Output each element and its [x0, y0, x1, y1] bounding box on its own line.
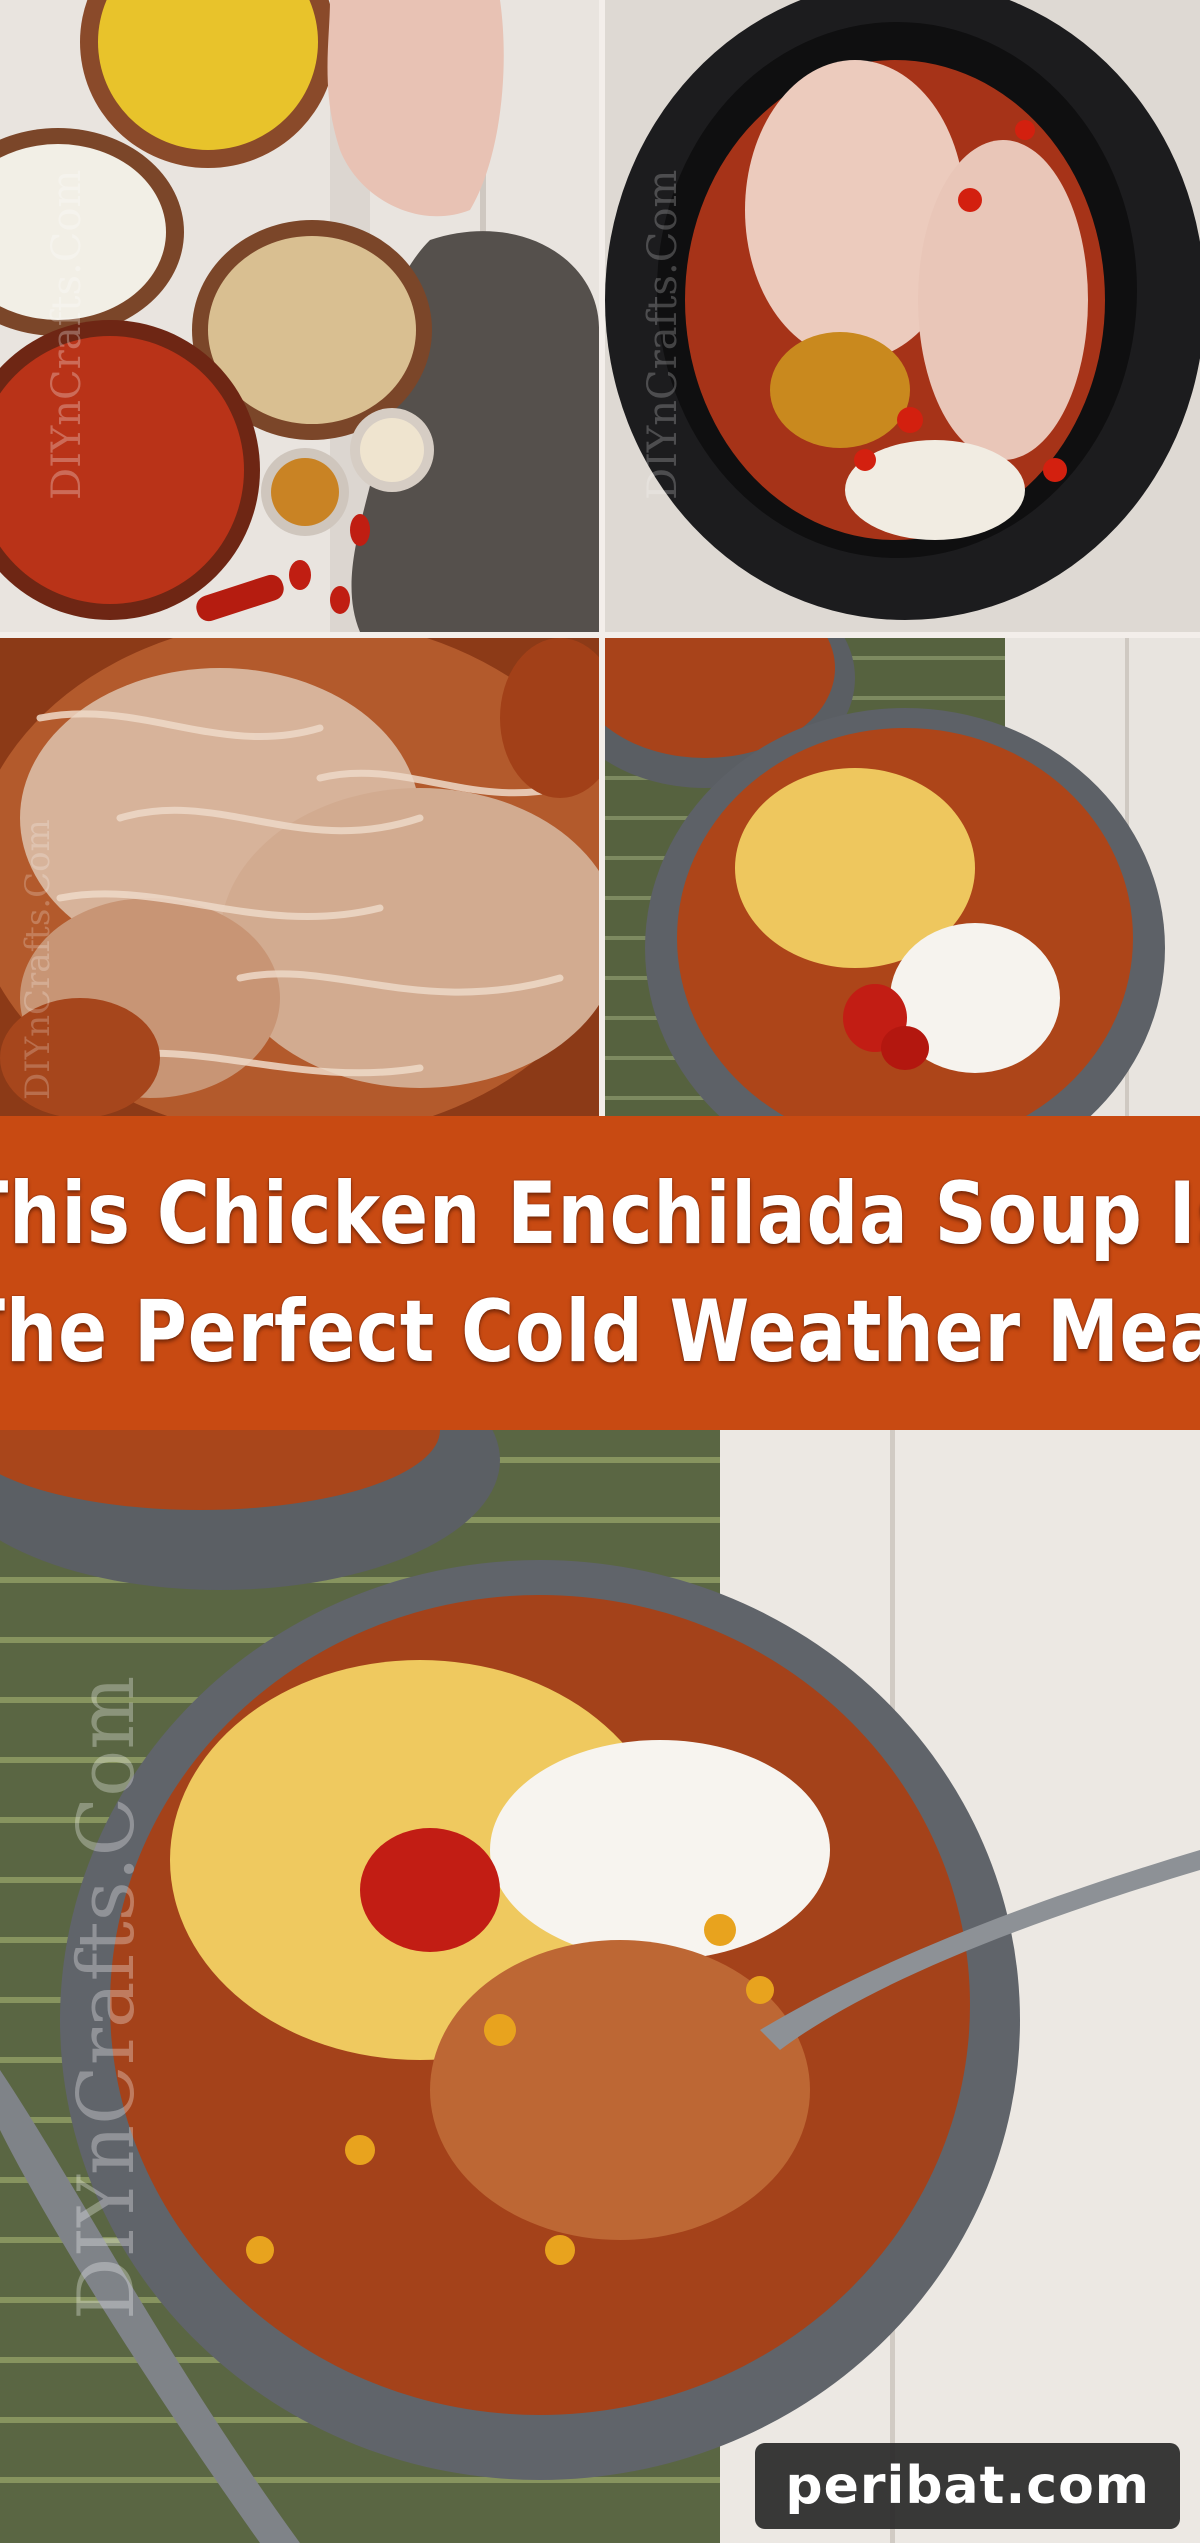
shredded-chicken-photo — [0, 638, 599, 1116]
watermark: DIYnCrafts.Com — [44, 169, 90, 500]
watermark: DIYnCrafts.Com — [18, 819, 58, 1100]
soup-bowl-photo — [605, 638, 1200, 1116]
headline-line-1: This Chicken Enchilada Soup Is — [0, 1164, 1200, 1264]
site-badge-label: peribat.com — [785, 2456, 1150, 2516]
watermark: DIYnCrafts.Com — [62, 1675, 152, 2320]
watermark: DIYnCrafts.Com — [640, 169, 686, 500]
site-badge[interactable]: peribat.com — [755, 2443, 1180, 2529]
recipe-pin-collage: This Chicken Enchilada Soup Is The Perfe… — [0, 0, 1200, 2543]
slow-cooker-photo — [605, 0, 1200, 632]
soup-bowl-with-spoon-photo — [0, 1430, 1200, 2543]
headline-line-2: The Perfect Cold Weather Meal — [0, 1282, 1200, 1382]
headline-banner: This Chicken Enchilada Soup Is The Perfe… — [0, 1116, 1200, 1430]
